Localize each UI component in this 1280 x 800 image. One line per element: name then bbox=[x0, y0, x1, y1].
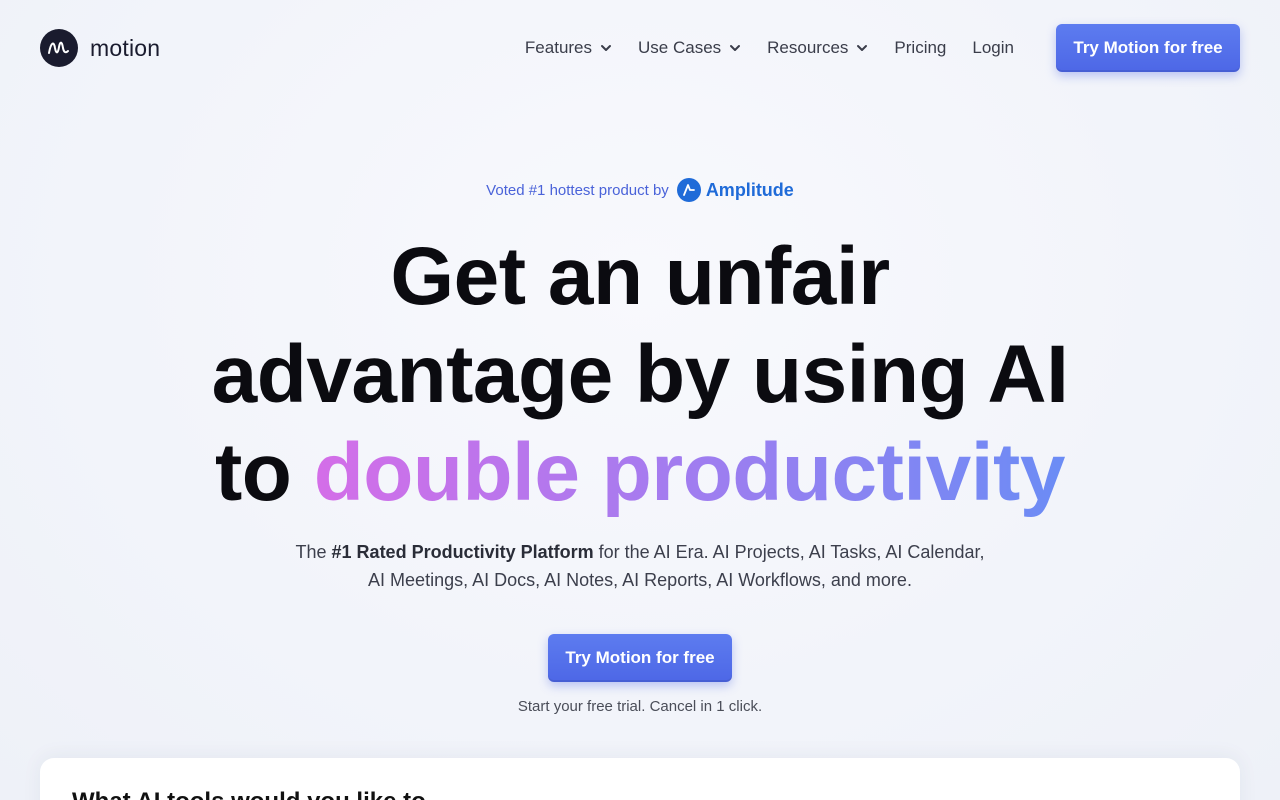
try-motion-hero-button[interactable]: Try Motion for free bbox=[548, 634, 732, 682]
amplitude-logo-icon bbox=[676, 178, 701, 202]
chevron-down-icon bbox=[730, 45, 741, 51]
nav-item-label: Resources bbox=[767, 38, 849, 57]
ai-tools-card: What AI tools would you like to bbox=[40, 758, 1240, 800]
hero-subtitle: The #1 Rated Productivity Platform for t… bbox=[290, 538, 990, 594]
nav-item-label: Pricing bbox=[894, 38, 947, 57]
headline-line-2: advantage by using AI bbox=[211, 329, 1069, 420]
trial-note: Start your free trial. Cancel in 1 click… bbox=[517, 698, 763, 715]
hero-headline: Get an unfair advantage by using AI to d… bbox=[0, 228, 1280, 522]
subtitle-prefix: The bbox=[295, 542, 332, 562]
nav-item-label: Login bbox=[972, 38, 1014, 57]
chevron-down-icon bbox=[857, 45, 868, 51]
voted-badge: Voted #1 hottest product by Amplitude bbox=[0, 178, 1280, 202]
card-title-text: What AI tools would you like to bbox=[72, 788, 426, 800]
nav-item-resources[interactable]: Resources bbox=[767, 38, 868, 58]
nav-item-login[interactable]: Login bbox=[972, 38, 1014, 58]
voted-text: Voted #1 hottest product by bbox=[486, 181, 669, 199]
headline-highlight: double productivity bbox=[313, 427, 1066, 518]
chevron-down-icon bbox=[601, 45, 612, 51]
brand-name: motion bbox=[90, 34, 161, 61]
nav-item-label: Use Cases bbox=[638, 38, 722, 57]
nav-item-use-cases[interactable]: Use Cases bbox=[638, 38, 741, 58]
nav-item-pricing[interactable]: Pricing bbox=[894, 38, 946, 58]
brand-logo-link[interactable]: motion bbox=[40, 29, 160, 67]
amplitude-name: Amplitude bbox=[705, 179, 794, 200]
nav-item-features[interactable]: Features bbox=[525, 38, 612, 58]
subtitle-bold: #1 Rated Productivity Platform bbox=[331, 542, 594, 562]
headline-line-1: Get an unfair bbox=[390, 231, 890, 322]
card-title: What AI tools would you like to bbox=[72, 788, 426, 800]
headline-line-3-prefix: to bbox=[215, 427, 314, 518]
try-motion-nav-button[interactable]: Try Motion for free bbox=[1056, 24, 1240, 72]
nav-item-label: Features bbox=[524, 38, 593, 57]
top-nav: motion Features Use Cases Resources Pric… bbox=[0, 0, 1280, 96]
amplitude-logo: Amplitude bbox=[676, 178, 794, 202]
motion-logo-icon bbox=[40, 29, 78, 67]
nav-menu: Features Use Cases Resources Pricing Log… bbox=[525, 24, 1240, 72]
